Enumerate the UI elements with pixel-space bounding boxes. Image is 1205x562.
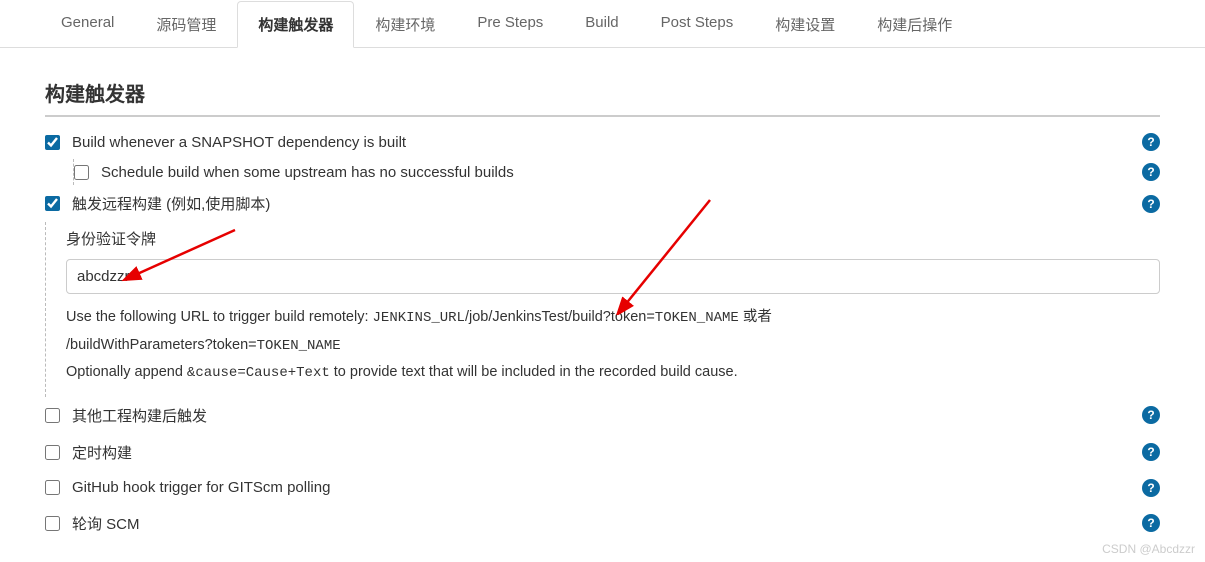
checkbox-schedule[interactable] — [74, 165, 89, 180]
section-title: 构建触发器 — [45, 78, 1160, 117]
label-snapshot: Build whenever a SNAPSHOT dependency is … — [72, 134, 1142, 151]
help-line1-token: TOKEN_NAME — [655, 310, 739, 326]
checkbox-other-projects[interactable] — [45, 408, 60, 423]
tab-post-build[interactable]: 构建后操作 — [856, 1, 973, 48]
option-remote: 触发远程构建 (例如,使用脚本) ? — [45, 185, 1160, 222]
help-line1-mono: JENKINS_URL — [373, 310, 465, 326]
option-schedule: Schedule build when some upstream has no… — [74, 159, 1160, 185]
token-section: 身份验证令牌 Use the following URL to trigger … — [45, 222, 1160, 397]
tab-build-triggers[interactable]: 构建触发器 — [237, 1, 354, 48]
help-icon[interactable]: ? — [1142, 163, 1160, 181]
help-line3-mono: &cause=Cause+Text — [187, 365, 330, 381]
option-other-projects: 其他工程构建后触发 ? — [45, 397, 1160, 434]
help-icon[interactable]: ? — [1142, 195, 1160, 213]
label-schedule: Schedule build when some upstream has no… — [101, 164, 1142, 181]
label-github-hook: GitHub hook trigger for GITScm polling — [72, 479, 1142, 496]
token-input[interactable] — [66, 259, 1160, 294]
checkbox-github-hook[interactable] — [45, 480, 60, 495]
option-timed: 定时构建 ? — [45, 434, 1160, 471]
tab-pre-steps[interactable]: Pre Steps — [456, 1, 564, 48]
label-timed: 定时构建 — [72, 442, 1142, 463]
label-remote: 触发远程构建 (例如,使用脚本) — [72, 193, 1142, 214]
help-text-block: Use the following URL to trigger build r… — [66, 304, 1160, 387]
help-icon[interactable]: ? — [1142, 406, 1160, 424]
help-icon[interactable]: ? — [1142, 443, 1160, 461]
help-icon[interactable]: ? — [1142, 133, 1160, 151]
help-line3-prefix: Optionally append — [66, 364, 187, 380]
tab-build[interactable]: Build — [564, 1, 639, 48]
option-poll-scm: 轮询 SCM ? — [45, 505, 1160, 542]
help-icon[interactable]: ? — [1142, 514, 1160, 532]
help-line1-prefix: Use the following URL to trigger build r… — [66, 309, 373, 325]
help-line2-prefix: /buildWithParameters?token= — [66, 337, 257, 353]
help-line3-suffix: to provide text that will be included in… — [330, 364, 738, 380]
tab-post-steps[interactable]: Post Steps — [640, 1, 755, 48]
help-line2-token: TOKEN_NAME — [257, 338, 341, 354]
help-line1-suffix: 或者 — [739, 309, 772, 325]
checkbox-snapshot[interactable] — [45, 135, 60, 150]
label-poll-scm: 轮询 SCM — [72, 513, 1142, 534]
help-icon[interactable]: ? — [1142, 479, 1160, 497]
checkbox-remote[interactable] — [45, 196, 60, 211]
checkbox-poll-scm[interactable] — [45, 516, 60, 531]
help-line1-mid: /job/JenkinsTest/build?token= — [465, 309, 655, 325]
checkbox-timed[interactable] — [45, 445, 60, 460]
tabs-bar: General 源码管理 构建触发器 构建环境 Pre Steps Build … — [0, 0, 1205, 48]
tab-general[interactable]: General — [40, 1, 135, 48]
tab-source[interactable]: 源码管理 — [135, 1, 237, 48]
nested-group: Schedule build when some upstream has no… — [73, 159, 1160, 185]
tab-build-settings[interactable]: 构建设置 — [754, 1, 856, 48]
tab-build-env[interactable]: 构建环境 — [354, 1, 456, 48]
token-label: 身份验证令牌 — [66, 228, 1160, 249]
content-area: 构建触发器 Build whenever a SNAPSHOT dependen… — [0, 48, 1205, 562]
option-snapshot: Build whenever a SNAPSHOT dependency is … — [45, 125, 1160, 159]
label-other-projects: 其他工程构建后触发 — [72, 405, 1142, 426]
watermark: CSDN @Abcdzzr — [1102, 542, 1195, 556]
option-github-hook: GitHub hook trigger for GITScm polling ? — [45, 471, 1160, 505]
